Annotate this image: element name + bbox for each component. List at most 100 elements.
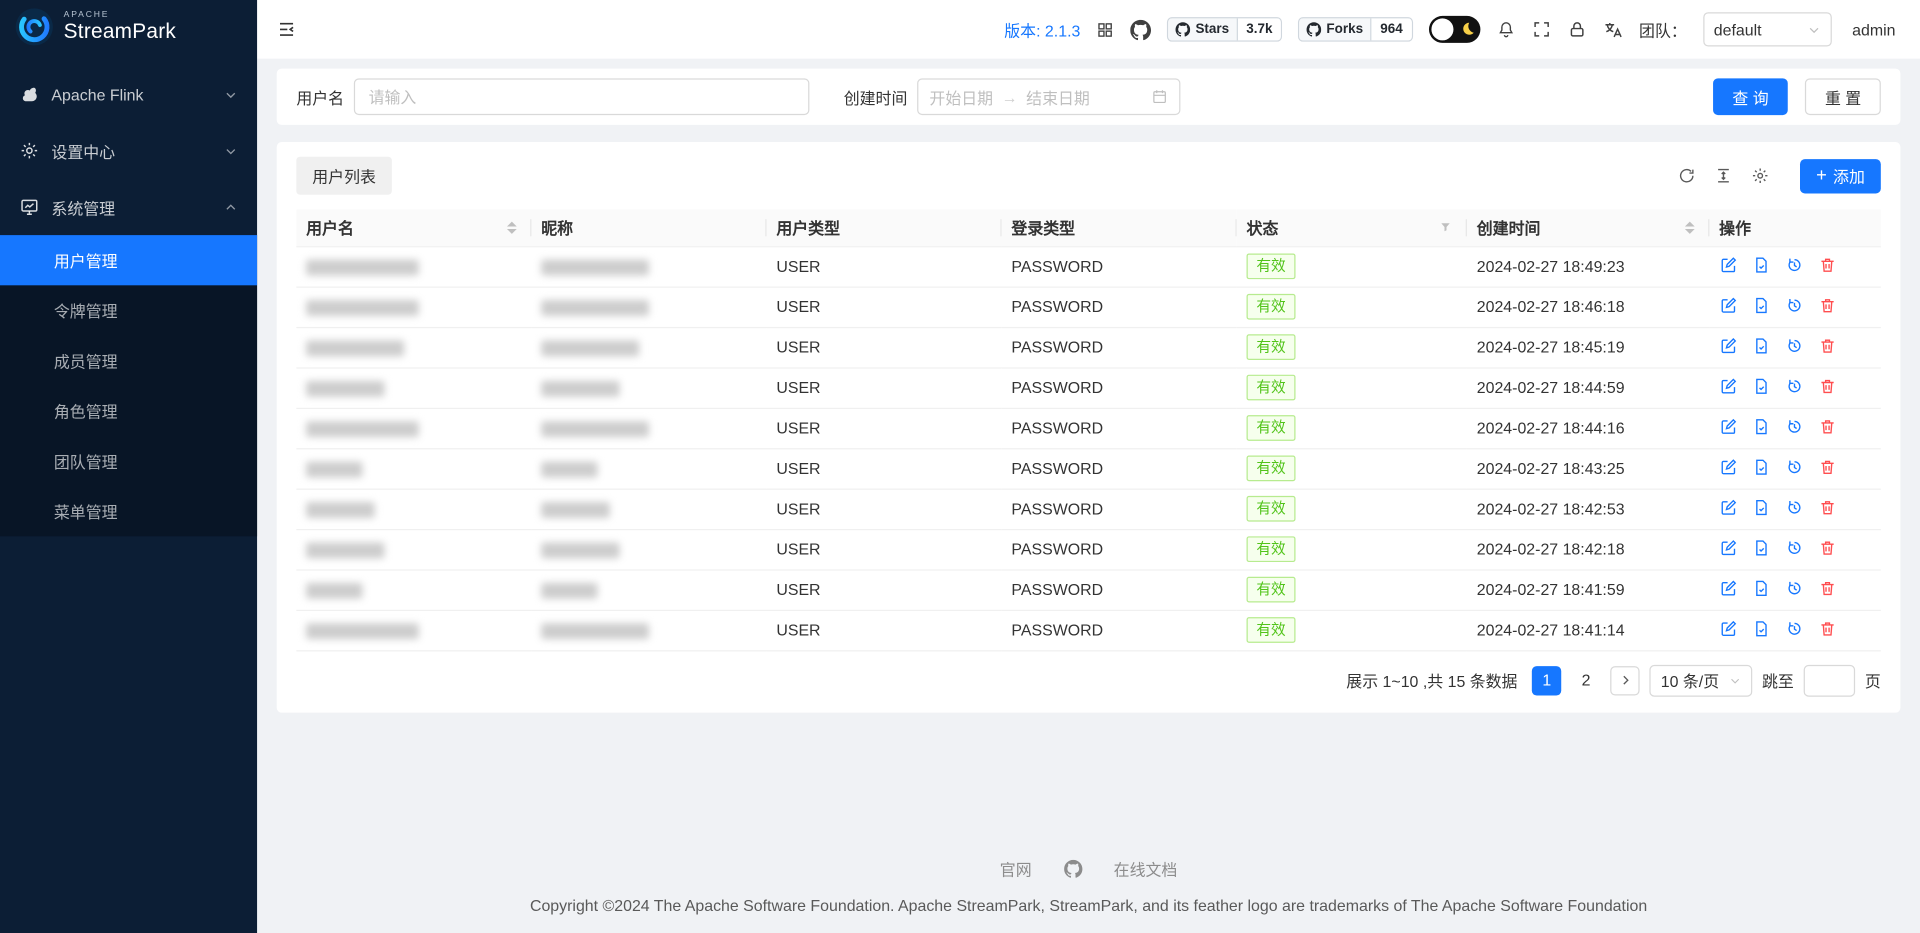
copyright-text: Copyright ©2024 The Apache Software Foun…	[529, 895, 1648, 915]
delete-icon[interactable]	[1818, 538, 1836, 556]
delete-icon[interactable]	[1818, 579, 1836, 597]
github-icon[interactable]	[1130, 19, 1152, 40]
delete-icon[interactable]	[1818, 336, 1836, 354]
reset-icon[interactable]	[1785, 255, 1803, 273]
footer-link-docs[interactable]: 在线文档	[1114, 857, 1178, 880]
sort-icon[interactable]	[1684, 221, 1695, 234]
reset-icon[interactable]	[1785, 417, 1803, 435]
delete-icon[interactable]	[1818, 619, 1836, 637]
edit-icon[interactable]	[1719, 579, 1737, 597]
password-icon[interactable]	[1752, 579, 1770, 597]
password-icon[interactable]	[1752, 296, 1770, 314]
password-icon[interactable]	[1752, 377, 1770, 395]
delete-icon[interactable]	[1818, 417, 1836, 435]
page-size-value: 10 条/页	[1660, 672, 1720, 691]
page-button-1[interactable]: 1	[1532, 665, 1562, 695]
reset-icon[interactable]	[1785, 457, 1803, 475]
user-type-cell: USER	[766, 609, 1002, 651]
appstore-icon[interactable]	[1096, 20, 1114, 38]
brand-logo[interactable]: APACHE StreamPark	[0, 0, 257, 54]
reset-icon[interactable]	[1785, 619, 1803, 637]
reset-icon[interactable]	[1785, 579, 1803, 597]
delete-icon[interactable]	[1818, 457, 1836, 475]
sidebar-item-role-management[interactable]: 角色管理	[0, 386, 257, 436]
reset-button[interactable]: 重 置	[1805, 78, 1881, 116]
team-select[interactable]: default	[1702, 12, 1832, 47]
username-filter-input[interactable]	[353, 78, 810, 116]
edit-icon[interactable]	[1719, 336, 1737, 354]
reset-icon[interactable]	[1785, 296, 1803, 314]
github-mark-icon	[1175, 22, 1191, 37]
sidebar-item-user-management[interactable]: 用户管理	[0, 235, 258, 286]
delete-icon[interactable]	[1818, 498, 1836, 516]
sidebar-item-system-management[interactable]: 系统管理	[0, 179, 257, 235]
table-row: USER PASSWORD 有效 2024-02-27 18:43:25	[296, 448, 1881, 490]
col-status[interactable]: 状态	[1236, 209, 1467, 247]
column-height-icon[interactable]	[1715, 167, 1733, 185]
bell-icon[interactable]	[1496, 20, 1516, 40]
github-mark-icon	[1306, 22, 1322, 37]
sidebar-item-token-management[interactable]: 令牌管理	[0, 285, 257, 335]
edit-icon[interactable]	[1719, 296, 1737, 314]
edit-icon[interactable]	[1719, 377, 1737, 395]
sidebar-item-member-management[interactable]: 成员管理	[0, 336, 257, 386]
edit-icon[interactable]	[1719, 619, 1737, 637]
edit-icon[interactable]	[1719, 417, 1737, 435]
delete-icon[interactable]	[1818, 296, 1836, 314]
reset-icon[interactable]	[1785, 538, 1803, 556]
jump-page-input[interactable]	[1803, 664, 1856, 697]
date-range-picker[interactable]: 开始日期 → 结束日期	[917, 78, 1181, 116]
stars-label: Stars	[1195, 22, 1230, 37]
menu-fold-icon[interactable]	[277, 20, 297, 40]
edit-icon[interactable]	[1719, 498, 1737, 516]
col-user-type: 用户类型	[766, 209, 1002, 247]
status-badge: 有效	[1246, 293, 1296, 320]
next-page-button[interactable]	[1610, 665, 1640, 695]
sidebar-item-apache-flink[interactable]: Apache Flink	[0, 66, 257, 122]
redacted-nickname	[541, 582, 598, 599]
redacted-username	[306, 300, 419, 316]
reset-icon[interactable]	[1785, 336, 1803, 354]
col-username[interactable]: 用户名	[296, 209, 532, 247]
add-user-button[interactable]: + 添加	[1800, 158, 1881, 193]
username[interactable]: admin	[1852, 20, 1895, 38]
settings-icon[interactable]	[1751, 167, 1769, 185]
refresh-icon[interactable]	[1678, 167, 1696, 185]
translate-icon[interactable]	[1602, 19, 1623, 40]
page-size-select[interactable]: 10 条/页	[1649, 664, 1753, 697]
tab-user-list[interactable]: 用户列表	[296, 156, 392, 195]
pagination: 展示 1~10 ,共 15 条数据 1 2 10 条/页 跳至 页	[296, 651, 1881, 702]
password-icon[interactable]	[1752, 498, 1770, 516]
reset-icon[interactable]	[1785, 498, 1803, 516]
reset-icon[interactable]	[1785, 377, 1803, 395]
password-icon[interactable]	[1752, 255, 1770, 273]
page-button-2[interactable]: 2	[1571, 666, 1600, 695]
theme-toggle[interactable]	[1428, 15, 1480, 43]
filter-funnel-icon[interactable]	[1439, 221, 1452, 234]
search-button[interactable]: 查 询	[1712, 78, 1789, 116]
github-forks-badge[interactable]: Forks 964	[1298, 17, 1413, 42]
sidebar-item-team-management[interactable]: 团队管理	[0, 436, 257, 486]
password-icon[interactable]	[1752, 538, 1770, 556]
user-type-cell: USER	[766, 246, 1002, 288]
password-icon[interactable]	[1752, 417, 1770, 435]
edit-icon[interactable]	[1719, 457, 1737, 475]
version-link[interactable]: 版本: 2.1.3	[1004, 18, 1080, 41]
password-icon[interactable]	[1752, 457, 1770, 475]
sort-icon[interactable]	[506, 221, 517, 234]
col-create-time[interactable]: 创建时间	[1466, 209, 1710, 247]
github-stars-badge[interactable]: Stars 3.7k	[1167, 17, 1283, 42]
table-row: USER PASSWORD 有效 2024-02-27 18:41:59	[296, 569, 1881, 611]
delete-icon[interactable]	[1818, 377, 1836, 395]
sidebar-item-settings-center[interactable]: 设置中心	[0, 122, 257, 178]
edit-icon[interactable]	[1719, 255, 1737, 273]
footer-link-site[interactable]: 官网	[1000, 857, 1032, 880]
fullscreen-icon[interactable]	[1531, 20, 1551, 40]
lock-icon[interactable]	[1567, 20, 1587, 40]
github-icon[interactable]	[1063, 859, 1082, 878]
delete-icon[interactable]	[1818, 255, 1836, 273]
sidebar-item-menu-management[interactable]: 菜单管理	[0, 486, 257, 536]
edit-icon[interactable]	[1719, 538, 1737, 556]
password-icon[interactable]	[1752, 619, 1770, 637]
password-icon[interactable]	[1752, 336, 1770, 354]
